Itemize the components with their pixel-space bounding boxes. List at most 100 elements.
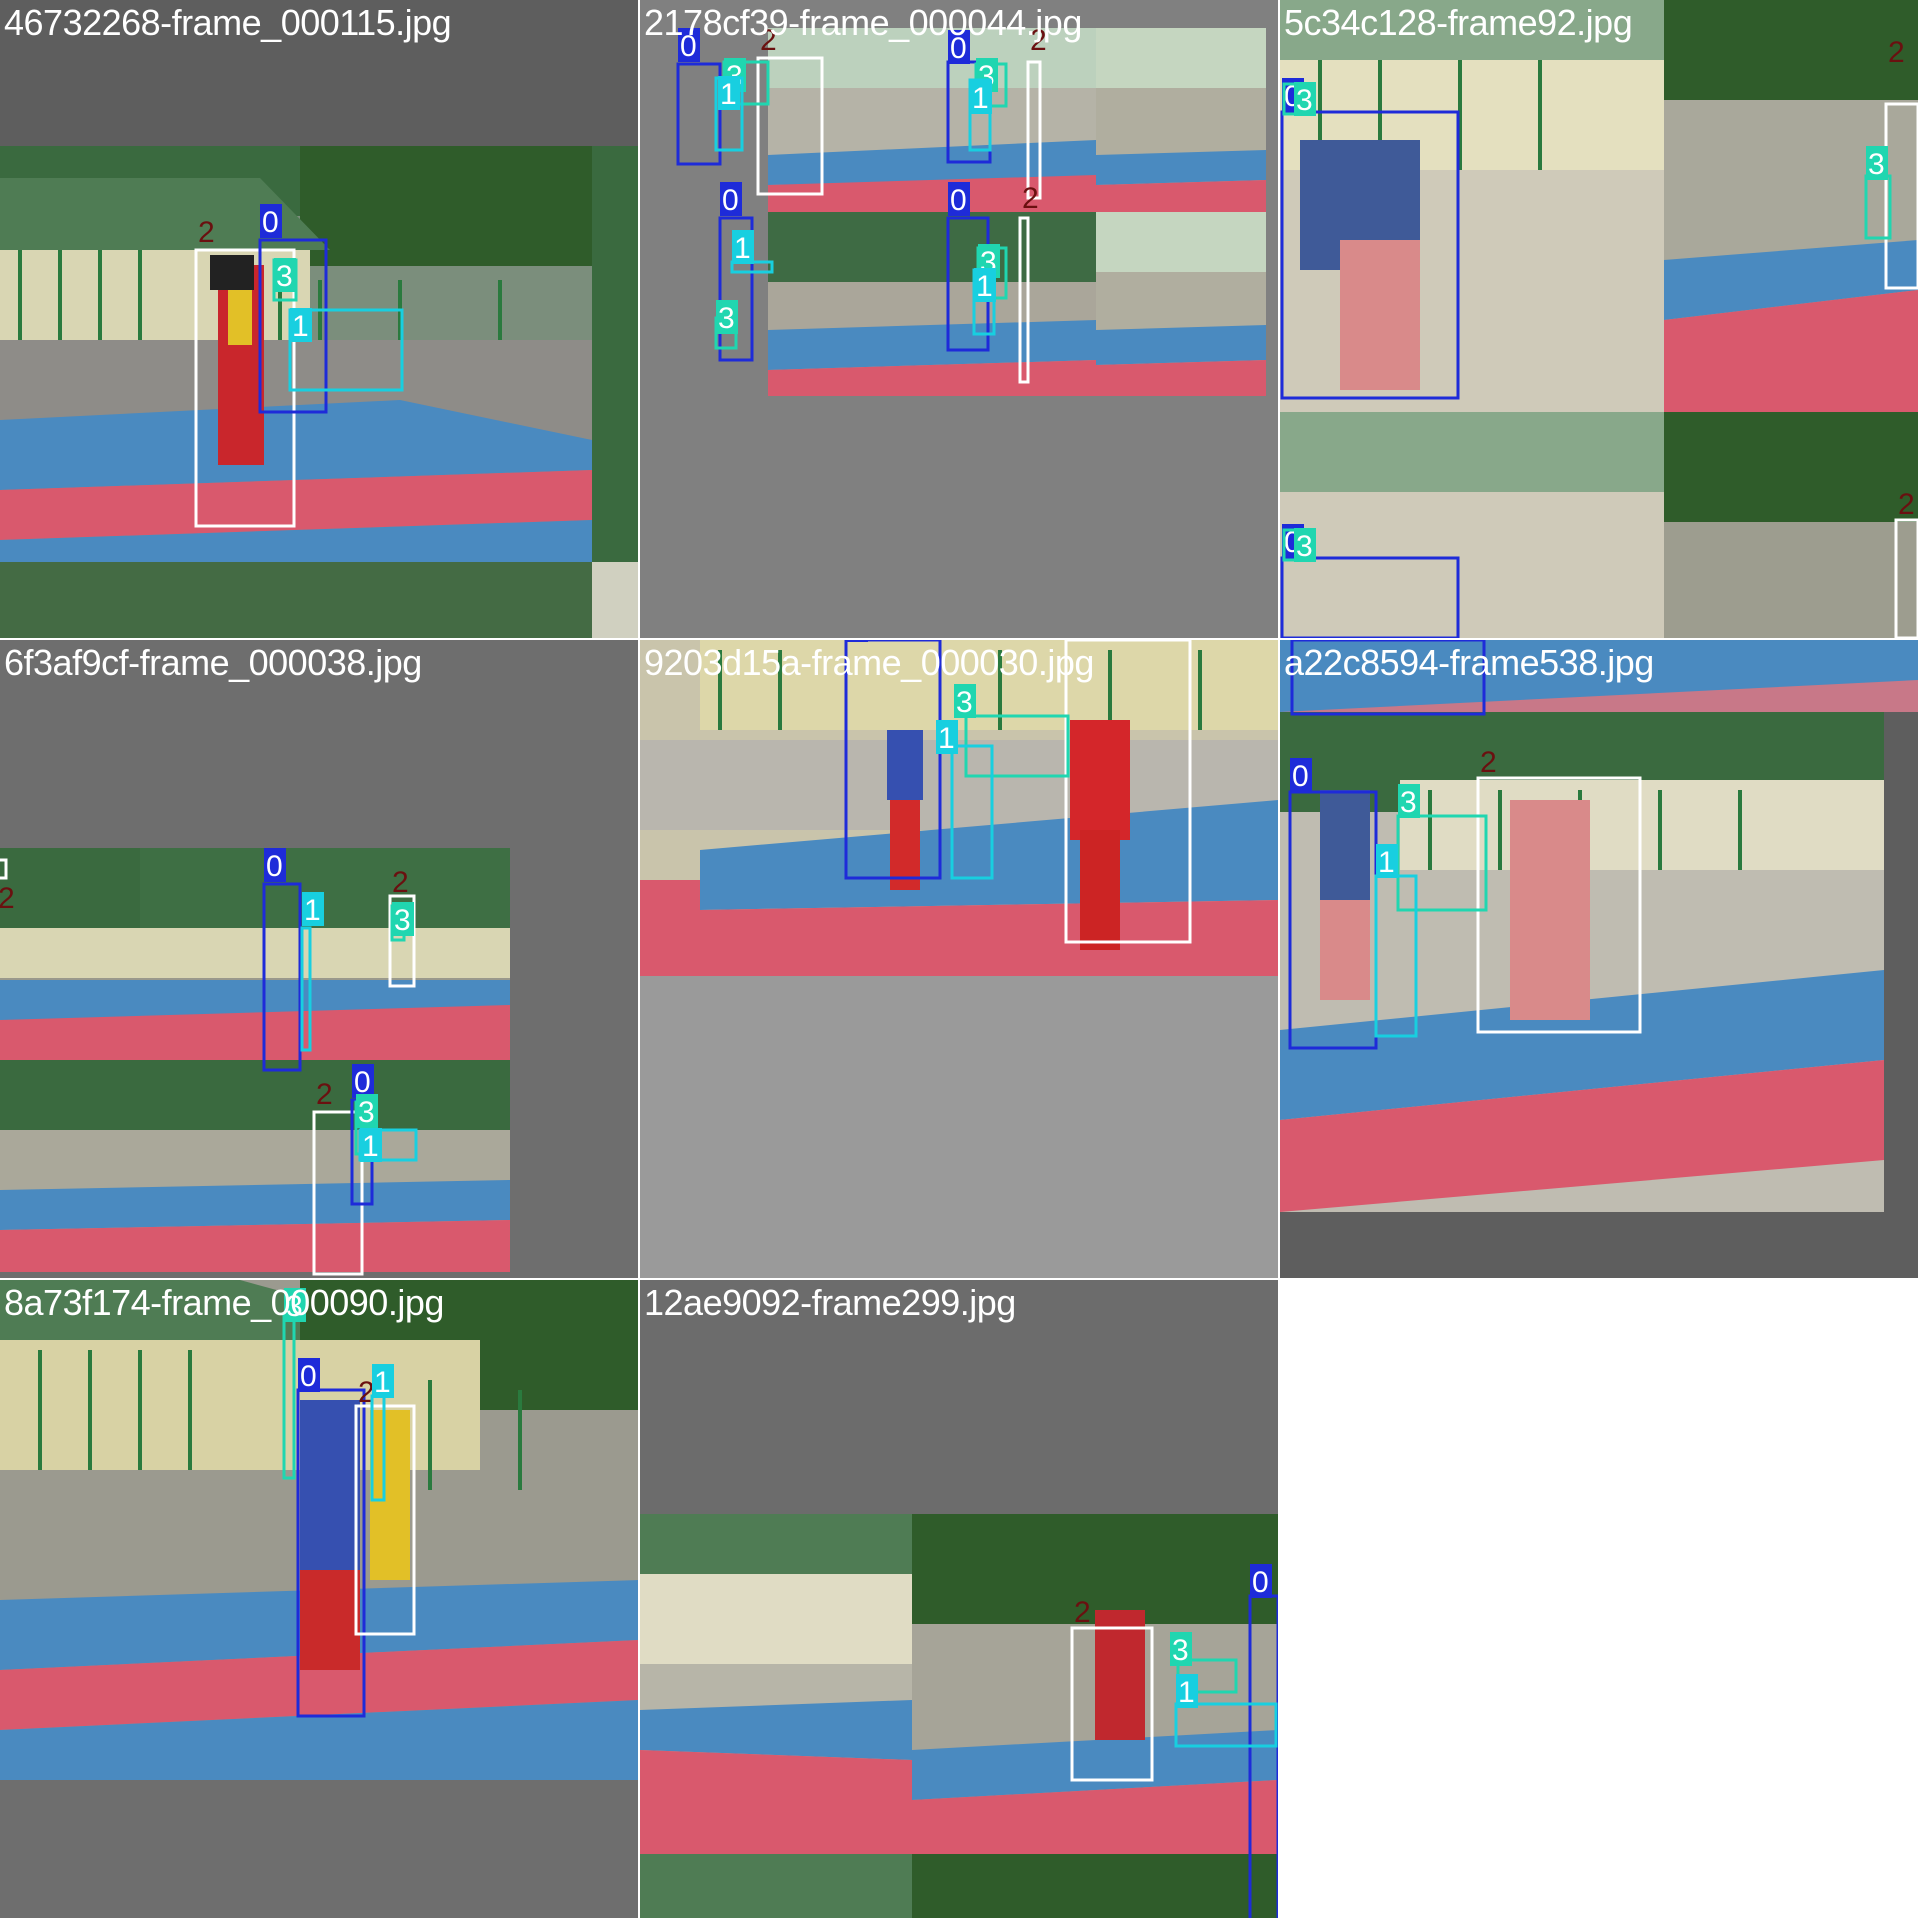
bbox-label-0: 0 (1250, 1564, 1272, 1599)
bbox-label-2: 2 (1888, 36, 1905, 69)
bbox-label-1: 1 (732, 230, 754, 265)
svg-text:1: 1 (374, 1366, 391, 1399)
svg-text:3: 3 (1868, 148, 1885, 181)
mosaic-tile: 023102310130231 2178cf39-frame_000044.jp… (640, 0, 1278, 638)
bbox-label-1: 1 (718, 76, 740, 111)
svg-text:3: 3 (276, 260, 293, 293)
svg-text:0: 0 (848, 640, 865, 643)
bbox-label-1: 1 (1376, 844, 1398, 879)
tile-image: 00231 (1280, 640, 1918, 1278)
svg-text:3: 3 (1400, 786, 1417, 819)
svg-text:2: 2 (198, 216, 215, 249)
bbox-label-0: 0 (260, 204, 282, 239)
svg-text:1: 1 (734, 232, 751, 265)
bbox-label-1: 1 (372, 1364, 394, 1399)
svg-text:0: 0 (1252, 1566, 1269, 1599)
tile-image: 2031 (640, 1280, 1278, 1918)
tile-image: 30 2 1 (0, 1280, 638, 1918)
mosaic-tile: 201232031 6f3af9cf-frame_000038.jpg (0, 640, 638, 1278)
bbox-label-3: 3 (1170, 1632, 1192, 1667)
svg-text:1: 1 (292, 310, 309, 343)
bbox-label-2: 2 (316, 1078, 333, 1111)
svg-text:0: 0 (1292, 760, 1309, 793)
bbox-label-3: 3 (1294, 82, 1316, 117)
bbox-label-2: 2 (198, 216, 215, 249)
tile-image: 023102310130231 (640, 0, 1278, 638)
mosaic-tile: 00231 a22c8594-frame538.jpg (1280, 640, 1918, 1278)
svg-text:3: 3 (358, 1096, 375, 1129)
bbox-label-2: 2 (760, 24, 777, 57)
bbox-label-0: 0 (948, 182, 970, 217)
svg-text:3: 3 (286, 1290, 303, 1323)
bbox-label-1: 1 (970, 80, 992, 115)
mosaic-tile: 0323032 5c34c128-frame92.jpg (1280, 0, 1918, 638)
bbox-label-3: 3 (1398, 784, 1420, 819)
svg-text:0: 0 (722, 184, 739, 217)
svg-text:2: 2 (1022, 182, 1039, 215)
bbox-label-1: 1 (974, 268, 996, 303)
svg-text:2: 2 (392, 866, 409, 899)
tile-image: 0323032 (1280, 0, 1918, 638)
bbox-label-1: 1 (1176, 1674, 1198, 1709)
tile-image: 2031 (0, 0, 638, 638)
mosaic-tile: 2031 12ae9092-frame299.jpg (640, 1280, 1278, 1918)
bbox-label-1: 1 (290, 308, 312, 343)
bbox-label-3: 3 (284, 1288, 306, 1323)
svg-text:0: 0 (262, 206, 279, 239)
bbox-label-2: 2 (1022, 182, 1039, 215)
bbox-label-0: 0 (948, 30, 970, 65)
svg-text:3: 3 (1296, 530, 1313, 563)
svg-text:1: 1 (1178, 1676, 1195, 1709)
bbox-label-0: 0 (298, 1358, 320, 1393)
svg-text:3: 3 (1172, 1634, 1189, 1667)
svg-text:1: 1 (976, 270, 993, 303)
svg-text:1: 1 (362, 1130, 379, 1163)
svg-text:2: 2 (1074, 1596, 1091, 1629)
svg-text:0: 0 (266, 850, 283, 883)
tile-image: 0 2 31 (640, 640, 1278, 1278)
svg-text:3: 3 (394, 904, 411, 937)
svg-text:3: 3 (718, 302, 735, 335)
bbox-label-0: 0 (352, 1064, 374, 1099)
bbox-label-1: 1 (302, 892, 324, 927)
svg-text:0: 0 (950, 184, 967, 217)
svg-text:2: 2 (1898, 488, 1915, 521)
bbox-label-3: 3 (392, 902, 414, 937)
bbox-label-2: 2 (1480, 746, 1497, 779)
mosaic-tile: 0231 9203d15a-frame_000030.jpg (640, 640, 1278, 1278)
bbox-label-3: 3 (716, 300, 738, 335)
svg-text:0: 0 (300, 1360, 317, 1393)
svg-text:0: 0 (680, 30, 697, 63)
svg-text:1: 1 (972, 82, 989, 115)
svg-text:2: 2 (1068, 640, 1085, 643)
bbox-label-2: 2 (392, 866, 409, 899)
svg-text:1: 1 (720, 78, 737, 111)
bbox-label-2: 2 (1074, 1596, 1091, 1629)
bbox-label-2: 2 (1068, 640, 1085, 643)
svg-text:2: 2 (760, 24, 777, 57)
bbox-label-3: 3 (1294, 528, 1316, 563)
bbox-label-0: 0 (720, 182, 742, 217)
svg-text:2: 2 (316, 1078, 333, 1111)
detection-mosaic-grid: 2031 46732268-frame_000115.jpg 0 2 1 0 2… (0, 0, 1920, 1920)
svg-text:1: 1 (304, 894, 321, 927)
svg-text:0: 0 (950, 32, 967, 65)
bbox-label-2: 2 (1030, 24, 1047, 57)
bbox-label-0: 0 (1290, 758, 1312, 793)
svg-text:2: 2 (0, 882, 15, 915)
tile-image: 201232 031 (0, 640, 638, 1278)
bbox-label-3: 3 (356, 1094, 378, 1129)
bbox-label-0: 0 (264, 848, 286, 883)
bbox-label-2: 2 (0, 882, 15, 915)
svg-text:2: 2 (1030, 24, 1047, 57)
bbox-label-1: 1 (936, 720, 958, 755)
svg-text:1: 1 (1378, 846, 1395, 879)
bbox-label-3: 3 (1866, 146, 1888, 181)
svg-text:2: 2 (1888, 36, 1905, 69)
mosaic-tile: 2031 46732268-frame_000115.jpg (0, 0, 638, 638)
bbox-label-0: 0 (678, 28, 700, 63)
bbox-label-2: 2 (1898, 488, 1915, 521)
mosaic-tile: 3021 8a73f174-frame_000090.jpg (0, 1280, 638, 1918)
svg-text:3: 3 (956, 686, 973, 719)
svg-text:2: 2 (1480, 746, 1497, 779)
